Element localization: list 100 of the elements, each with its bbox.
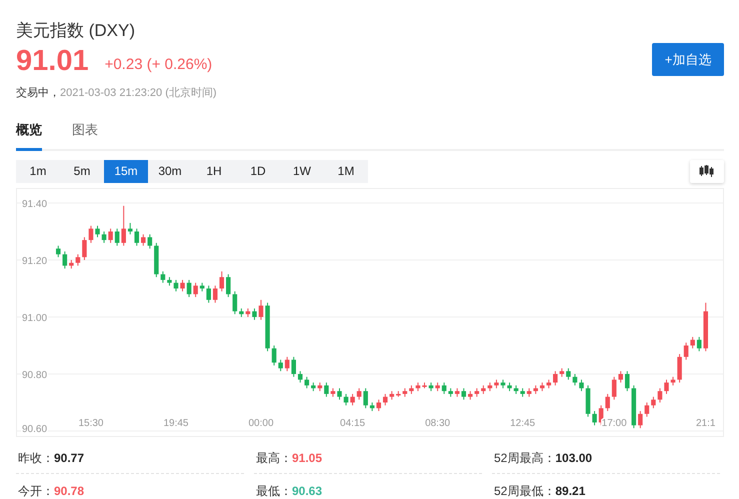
candlestick [272,344,276,366]
candlestick [356,387,362,400]
candlestick [598,404,604,426]
candlestick [592,410,597,426]
candlestick [664,378,669,394]
candlestick [298,370,303,383]
candlestick [88,224,94,243]
candlestick [186,278,192,298]
candlestick [95,224,100,238]
price-value: 91.01 [16,47,89,76]
candlestick [422,382,427,388]
candlestick [428,382,434,392]
stat-value: 90.77 [54,450,84,464]
add-watchlist-button[interactable]: +加自选 [652,43,724,76]
x-axis-label: 12:45 [510,418,536,428]
candlestick [396,390,401,397]
candlestick [154,242,159,278]
candlestick [330,387,336,397]
candlestick [632,384,636,428]
candlestick [318,382,322,392]
x-axis-label: 19:45 [163,418,188,428]
candlestick [337,387,342,400]
x-axis-label: 04:15 [340,418,366,428]
tab[interactable]: 图表 [72,120,98,150]
y-axis-label: 91.00 [22,312,48,324]
candlestick [148,233,152,249]
candlestick-icon [699,165,715,177]
candlestick [703,302,708,352]
candlestick [670,376,676,386]
candlestick [448,387,453,397]
stat-value: 90.78 [54,484,84,498]
candlestick [344,392,348,406]
candlestick [370,402,374,412]
candlestick [160,270,166,283]
candlestick [291,356,296,377]
candlestick [684,342,688,360]
candlestick [121,204,126,246]
stat-value: 91.05 [292,450,322,464]
candlestick [500,378,506,388]
x-axis-label: 08:30 [425,418,450,428]
candlestick [226,273,231,298]
candlestick [586,384,590,417]
candlestick [141,233,146,246]
candlestick [579,378,584,392]
candlestick [232,290,238,314]
candlestick [409,384,414,394]
candlestick [416,382,420,392]
stat-label: 最低： [256,484,292,498]
y-axis-label: 91.20 [22,256,48,266]
candlestick [134,228,140,246]
candlestick [114,228,120,246]
candlestick [390,390,394,400]
candlestick [494,378,499,388]
candlestick [461,387,466,400]
candlestick [167,276,172,286]
candlestick [76,253,80,266]
candlestick [566,367,571,380]
candlestick [174,278,178,292]
stat-value: 103.00 [555,450,592,464]
update-time: 2021-03-03 21:23:20 (北京时间) [60,87,217,99]
candlestick [690,336,695,348]
candlestick [468,390,473,400]
candlestick [62,250,68,269]
stat-value: 90.63 [292,484,322,498]
candlestick [696,336,702,352]
candlestick [193,282,198,298]
tab[interactable]: 概览 [16,120,42,150]
candlestick [402,387,408,397]
x-axis-label: 15:30 [78,418,104,428]
candlestick [350,392,355,406]
candlestick [520,387,525,397]
y-axis-label: 91.40 [22,198,48,210]
candlestick [324,382,329,397]
stat-label: 52周最高： [494,450,556,464]
interval-tab[interactable]: 15m [104,160,148,182]
candlestick [278,358,283,372]
candlestick [128,222,132,234]
candlestick [651,396,656,408]
x-axis-label: 21:1 [696,418,716,428]
x-axis-label: 17:00 [602,418,627,428]
trading-status: 交易中， [16,87,60,99]
candlestick [102,230,106,243]
stat-label: 今开： [18,484,54,498]
candlestick [56,244,61,258]
candlestick [265,302,270,352]
chart-type-button[interactable] [690,160,724,182]
y-axis-label: 90.80 [22,370,48,380]
candlestick [435,382,440,392]
y-axis-label: 90.60 [22,424,48,434]
candlestick [514,384,518,394]
candlestick [252,307,257,320]
candlestick [553,370,558,386]
candlestick [69,259,74,269]
candlestick [618,370,623,383]
candlestick [200,282,204,292]
candlestick [488,382,492,392]
candlestick [677,353,682,383]
price-change: +0.23 (+ 0.26%) [104,54,212,74]
candlestick [638,410,643,428]
candlestick [560,367,564,377]
